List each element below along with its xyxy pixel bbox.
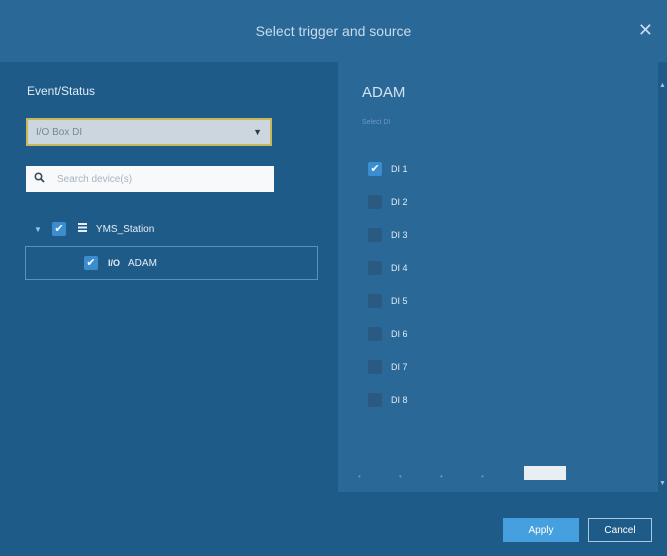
dialog-title: Select trigger and source bbox=[255, 23, 412, 39]
device-label: ADAM bbox=[128, 257, 157, 269]
di-option[interactable]: DI 7 bbox=[368, 360, 408, 374]
panel-bottom-strip: • • • • bbox=[338, 462, 658, 492]
dialog-footer: Apply Cancel bbox=[0, 492, 667, 556]
di-label: DI 7 bbox=[391, 362, 408, 372]
event-status-panel: Event/Status I/O Box DI ▼ ▼ ✔ YMS_Statio… bbox=[0, 62, 338, 492]
io-device-icon: I/O bbox=[108, 258, 121, 268]
cancel-button[interactable]: Cancel bbox=[588, 518, 652, 542]
di-option[interactable]: DI 8 bbox=[368, 393, 408, 407]
device-checkbox[interactable]: ✔ bbox=[84, 256, 98, 270]
di-option[interactable]: DI 4 bbox=[368, 261, 408, 275]
device-inputs-panel: ADAM Select DI ✔ DI 1 DI 2 DI 3 DI 4 DI … bbox=[338, 62, 658, 492]
search-icon bbox=[34, 172, 45, 186]
di-checkbox[interactable] bbox=[368, 195, 382, 209]
mini-control[interactable] bbox=[524, 466, 566, 480]
scroll-up-icon[interactable]: ▲ bbox=[659, 82, 666, 89]
di-checkbox[interactable] bbox=[368, 393, 382, 407]
device-subtitle: Select DI bbox=[362, 119, 391, 126]
close-icon[interactable]: ✕ bbox=[638, 20, 653, 41]
dialog-titlebar: Select trigger and source ✕ bbox=[0, 0, 667, 62]
di-checkbox[interactable] bbox=[368, 294, 382, 308]
di-option[interactable]: DI 3 bbox=[368, 228, 408, 242]
pagination-dots: • • • • bbox=[358, 472, 502, 481]
event-status-label: Event/Status bbox=[27, 84, 96, 98]
group-label: YMS_Station bbox=[95, 223, 155, 235]
event-type-dropdown[interactable]: I/O Box DI ▼ bbox=[26, 118, 272, 146]
expand-icon[interactable]: ▼ bbox=[34, 225, 42, 234]
panel-scrollbar[interactable]: ▲ ▼ bbox=[658, 62, 667, 492]
di-checkbox[interactable] bbox=[368, 261, 382, 275]
search-input[interactable] bbox=[55, 172, 249, 186]
di-option[interactable]: DI 5 bbox=[368, 294, 408, 308]
di-option[interactable]: ✔ DI 1 bbox=[368, 162, 408, 176]
di-label: DI 4 bbox=[391, 263, 408, 273]
group-checkbox[interactable]: ✔ bbox=[51, 222, 66, 236]
di-label: DI 5 bbox=[391, 296, 408, 306]
selected-device-highlight bbox=[25, 246, 318, 280]
dropdown-selected-value: I/O Box DI bbox=[36, 126, 83, 138]
di-label: DI 8 bbox=[391, 395, 408, 405]
list-icon bbox=[77, 223, 87, 235]
di-label: DI 1 bbox=[391, 164, 408, 174]
di-label: DI 2 bbox=[391, 197, 408, 207]
apply-button[interactable]: Apply bbox=[503, 518, 579, 542]
di-label: DI 6 bbox=[391, 329, 408, 339]
di-option[interactable]: DI 6 bbox=[368, 327, 408, 341]
di-checkbox[interactable]: ✔ bbox=[368, 162, 382, 176]
chevron-down-icon: ▼ bbox=[253, 127, 262, 137]
tree-group-row[interactable]: ▼ ✔ YMS_Station bbox=[34, 222, 154, 236]
di-checkbox[interactable] bbox=[368, 327, 382, 341]
scroll-down-icon[interactable]: ▼ bbox=[659, 480, 666, 487]
di-checkbox[interactable] bbox=[368, 228, 382, 242]
tree-device-row[interactable]: ✔ I/O ADAM bbox=[84, 256, 157, 270]
di-checkbox[interactable] bbox=[368, 360, 382, 374]
di-label: DI 3 bbox=[391, 230, 408, 240]
device-search bbox=[26, 166, 274, 192]
device-title: ADAM bbox=[362, 84, 406, 101]
di-option[interactable]: DI 2 bbox=[368, 195, 408, 209]
